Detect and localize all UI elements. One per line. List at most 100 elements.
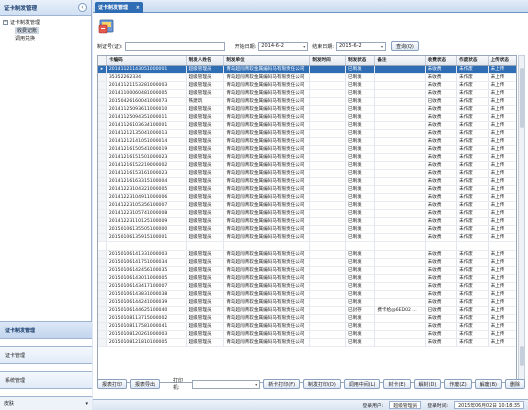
row-indicator[interactable] [98,266,107,275]
delete-button[interactable]: 删除 [504,379,525,389]
row-indicator[interactable]: ▸ [98,65,107,74]
row-indicator[interactable] [98,81,107,90]
table-row[interactable]: 20150108113715000002 超级管理员 青岛超闯青软金属编码马有限责任… [98,314,516,323]
seal-card-button[interactable]: 封卡(E) [383,379,411,389]
row-indicator[interactable] [98,193,107,202]
row-indicator[interactable] [98,250,107,259]
row-indicator[interactable] [98,209,107,218]
vertical-scrollbar[interactable] [518,55,525,383]
reprint-button[interactable]: 制发打印(D) [303,379,341,389]
table-row[interactable]: 20141125094351000011 超级管理员 青岛超闯青软金属编码马有限责任… [98,113,516,122]
table-row[interactable]: 20150108120261000003 超级管理员 青岛超闯青软金属编码马有限责任… [98,330,516,339]
table-row[interactable]: 20141216153161000023 超级管理员 青岛超闯青软金属编码马有限责任… [98,169,516,178]
table-row[interactable]: 20150106141751000034 超级管理员 青岛超闯青软金属编码马有限责任… [98,258,516,267]
row-indicator[interactable] [98,121,107,130]
table-row[interactable]: 20141126103634100001 超级管理员 青岛超闯青软金属编码马有限责任… [98,121,516,130]
table-row[interactable]: 20150106135915100001 超级管理员 青岛超闯青软金属编码马有限责任… [98,233,516,242]
table-row[interactable]: 20150106143831000038 超级管理员 青岛超闯青软金属编码马有限责任… [98,290,516,299]
row-indicator[interactable] [98,185,107,194]
row-indicator[interactable] [98,225,107,234]
table-row[interactable]: 20141223110125100009 超级管理员 青岛超闯青软金属编码马有限责任… [98,217,516,226]
column-header[interactable]: 收费状态 [425,56,458,66]
table-row[interactable]: 20150426160041000073 铁建筑 青岛超闯青软金属编码马有限责任公司… [98,97,516,106]
printer-select[interactable]: ▾ [191,379,261,389]
table-row[interactable]: 20141223105356100007 超级管理员 青岛超闯青软金属编码马有限责任… [98,201,516,210]
sidebar-group-card-issue[interactable]: 证卡制发管理 [0,321,92,338]
tree-item-billing[interactable]: 收费记账 [3,26,88,34]
row-indicator[interactable] [98,113,107,122]
tree-item-root[interactable]: − 证卡制发管理 [3,18,88,26]
column-header[interactable]: 卡编码 [106,56,187,66]
row-indicator[interactable] [98,169,107,178]
call-middle-button[interactable]: 调用中间(L) [343,379,381,389]
table-row[interactable]: 20141223104911000006 超级管理员 青岛超闯青软金属编码马有限责任… [98,193,516,202]
skin-selector[interactable]: 皮肤 ▾ [0,396,92,410]
print-new-card-button[interactable]: 新卡打印(F) [263,379,301,389]
table-row[interactable]: 20150106143011000005 超级管理员 青岛超闯青软金属编码马有限责任… [98,274,516,283]
row-indicator[interactable] [98,322,107,331]
start-date-picker[interactable]: 2014-6-2 ▾ [258,41,309,51]
row-indicator[interactable] [98,89,107,98]
end-date-picker[interactable]: 2015-6-2 ▾ [335,41,386,51]
column-header[interactable]: 备注 [374,56,426,66]
table-row[interactable]: 20150106143417100007 超级管理员 青岛超闯青软金属编码马有限责任… [98,282,516,291]
row-indicator[interactable] [98,306,107,315]
tree-item-exchange[interactable]: 调用兑换 [3,34,88,42]
row-indicator[interactable] [98,105,107,114]
table-row[interactable]: 20141223104321000005 超级管理员 青岛超闯青软金属编码马有限责任… [98,185,516,194]
table-row[interactable]: 20141121153281000003 超级管理员 青岛超闯青软金属编码马有限责任… [98,81,516,90]
column-header[interactable]: 制发时间 [309,56,346,66]
tab-card-issue[interactable]: 证卡制发管理 × [95,2,143,13]
column-header[interactable]: 制发状态 [345,56,376,66]
row-indicator[interactable] [98,161,107,170]
row-indicator[interactable] [98,314,107,323]
row-indicator[interactable] [98,73,107,82]
table-row[interactable]: 20141125093611000010 超级管理员 青岛超闯青软金属编码马有限责任… [98,105,516,114]
row-indicator[interactable] [98,145,107,154]
table-row[interactable]: 20141216150541000019 超级管理员 青岛超闯青软金属编码马有限责任… [98,145,516,154]
table-row[interactable]: 20141216151501000023 超级管理员 青岛超闯青软金属编码马有限责任… [98,153,516,162]
tree-expand-icon[interactable]: − [3,19,8,25]
row-indicator[interactable] [98,290,107,299]
unseal-button[interactable]: 解封(D) [413,379,442,389]
row-indicator[interactable] [98,233,107,242]
row-indicator[interactable] [98,282,107,291]
scrollbar-thumb[interactable] [520,346,524,366]
table-row[interactable]: 20150108117581000041 超级管理员 青岛超闯青软金属编码马有限责任… [98,322,516,331]
column-header[interactable]: 上传状态 [488,56,516,66]
row-indicator[interactable] [98,177,107,186]
table-row[interactable]: 20150106144625100040 超级管理员 青岛超闯青软金属编码马有限责任… [98,306,516,315]
row-indicator[interactable] [98,153,107,162]
number-input[interactable] [124,41,225,51]
column-header[interactable]: 作废状态 [456,56,489,66]
table-row[interactable]: 20141223105741000008 超级管理员 青岛超闯青软金属编码马有限责任… [98,209,516,218]
collapse-sidebar-icon[interactable]: ‹ [78,3,87,12]
unvoid-button[interactable]: 解废(B) [474,379,502,389]
table-row[interactable]: 20141212141051000014 超级管理员 青岛超闯青软金属编码马有限责任… [98,137,516,146]
row-indicator[interactable] [98,201,107,210]
table-row[interactable]: 20141216152219000002 超级管理员 青岛超闯青软金属编码马有限责任… [98,161,516,170]
row-indicator[interactable] [98,330,107,339]
row-indicator[interactable] [98,274,107,283]
row-indicator[interactable] [98,97,107,106]
void-button[interactable]: 作废(Z) [444,379,472,389]
row-indicator[interactable] [98,298,107,307]
table-row[interactable]: 20141212135041000013 超级管理员 青岛超闯青软金属编码马有限责任… [98,129,516,138]
query-button[interactable]: 查询(Q) [390,41,419,51]
report-export-button[interactable]: 报表导出 [130,379,161,389]
table-row[interactable]: 35352262334 超级管理员 青岛超闯青软金属编码马有限责任公司 已制发 未收费未… [98,73,516,82]
table-row[interactable]: 20141216163315100004 超级管理员 青岛超闯青软金属编码马有限责任… [98,177,516,186]
sidebar-group-system[interactable]: 系统管理 [0,371,92,388]
report-print-button[interactable]: 报表打印 [97,379,128,389]
column-header[interactable]: 制发单位 [223,56,311,66]
row-indicator[interactable] [98,217,107,226]
sidebar-group-card-manage[interactable]: 证卡管理 [0,346,92,363]
table-row[interactable]: 20150108121810100005 超级管理员 青岛超闯青软金属编码马有限责任… [98,338,516,347]
table-row[interactable]: 20141100060481000005 超级管理员 青岛超闯青软金属编码马有限责任… [98,89,516,98]
row-indicator[interactable] [98,129,107,138]
table-row[interactable]: 20150106142456100035 超级管理员 青岛超闯青软金属编码马有限责任… [98,266,516,275]
table-row[interactable]: 20150106144241000039 超级管理员 青岛超闯青软金属编码马有限责任… [98,298,516,307]
row-indicator[interactable] [98,338,107,347]
table-row[interactable]: ▸ 20141121143051000001 超级管理员 青岛超闯青软金属编码马有限责… [98,65,516,74]
scrollbar-thumb[interactable] [520,68,524,128]
